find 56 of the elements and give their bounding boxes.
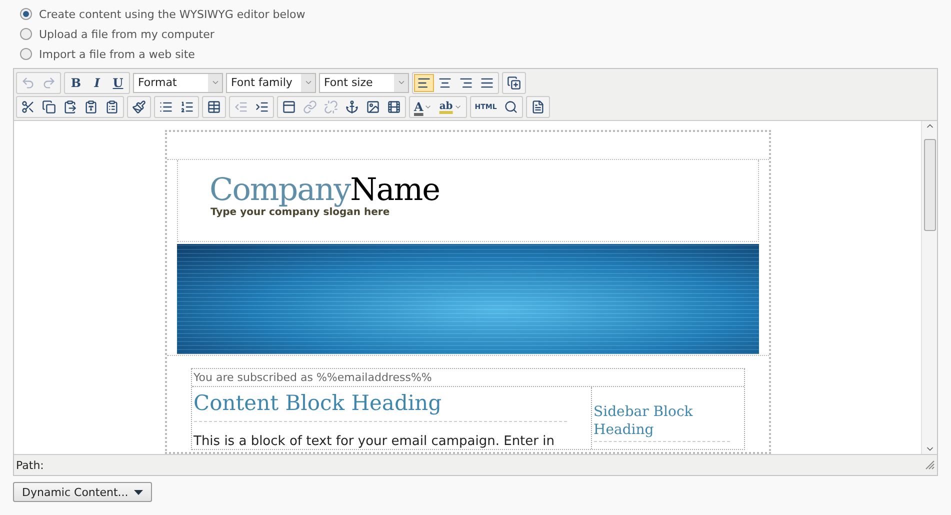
chevron-icon [304,78,312,87]
clipboard-icon [63,100,77,114]
path-label: Path: [16,458,44,472]
option-label: Import a file from a web site [39,48,195,60]
clipboard-document-icon [105,100,119,114]
indent-icon [255,100,269,114]
copy-icon [42,100,56,114]
clipboard-text-icon [84,100,98,114]
align-center-icon [438,76,452,90]
italic-button[interactable]: I [87,74,107,92]
body-text: This is a block of text for your email campaign. Enter in [194,434,556,449]
slogan-text: Type your company slogan here [210,207,391,218]
align-left-button[interactable] [414,74,434,92]
highlight-button[interactable]: ab [436,98,465,116]
dropdown-select[interactable]: Font family [226,72,316,92]
dropdown-select[interactable]: Font size [319,72,409,92]
dynamic-content-button[interactable]: Dynamic Content... [13,482,152,502]
radio-button[interactable] [20,28,32,40]
template-icon [282,100,296,114]
bold-button[interactable]: B [66,74,86,92]
image-icon [366,100,380,114]
numbered-list-icon [180,100,194,114]
content-heading: Content Block Heading [194,391,566,422]
scrollbar-thumb[interactable] [924,139,936,231]
layers-plus-icon [507,76,521,90]
text-color-button[interactable]: A [411,98,436,116]
film-icon [387,100,401,114]
radio-button[interactable] [20,48,32,60]
outdent-icon [234,100,248,114]
option-label: Create content using the WYSIWYG editor below [39,8,306,20]
brush-icon [132,100,146,114]
caret-icon [134,490,144,494]
anchor-icon [345,100,359,114]
vertical-scrollbar[interactable] [921,121,937,454]
subscription-text: You are subscribed as %%emailaddress%% [192,369,744,387]
option-label: Upload a file from my computer [39,28,214,40]
align-left-icon [417,76,431,90]
sidebar-heading: Sidebar Block Heading [594,403,730,442]
undo-icon [21,76,35,90]
chevron-icon [210,78,220,87]
unlink-icon [324,100,338,114]
scissors-icon [21,100,35,114]
radio-button[interactable] [20,8,32,20]
align-right-icon [459,76,473,90]
align-justify-icon [480,76,494,90]
chevron-icon [396,78,406,87]
link-icon [303,100,317,114]
magnifier-icon [504,100,518,114]
table-icon [207,100,221,114]
document-icon [530,100,545,114]
bulleted-list-icon [159,100,173,114]
redo-icon [42,76,56,90]
dropdown-select[interactable]: Format [133,72,223,92]
company-logo: CompanyName [210,173,440,207]
resize-grip-icon[interactable] [925,460,935,470]
underline-button[interactable]: U [108,74,128,92]
